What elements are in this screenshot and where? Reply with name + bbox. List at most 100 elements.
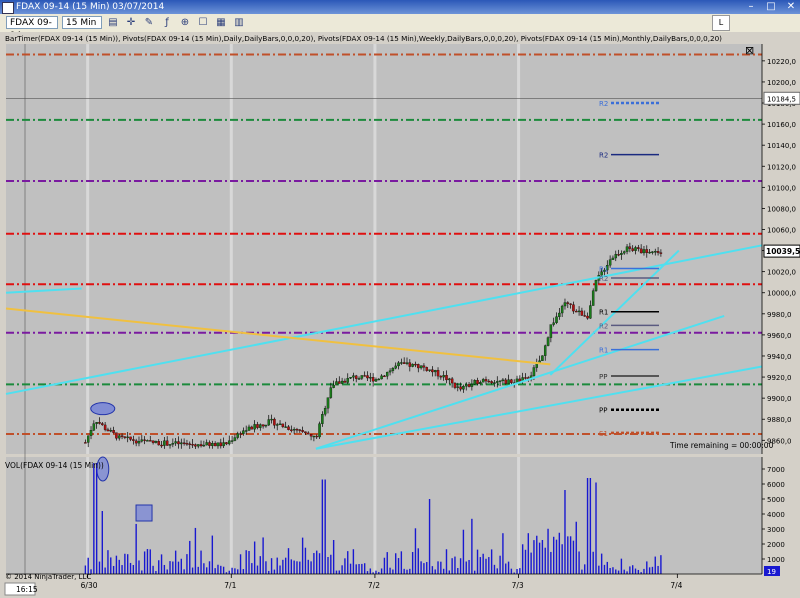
candle-body <box>244 430 248 432</box>
data-box-icon[interactable]: ▥ <box>232 16 246 29</box>
interval-selector[interactable]: 15 Min <box>62 16 102 29</box>
crosshair-price-label: 10184,5 <box>767 95 796 103</box>
pivot-label: R2 <box>599 100 608 108</box>
price-tick-label: 9940,0 <box>767 353 792 361</box>
crosshair-icon[interactable]: ✛ <box>124 16 138 29</box>
instrument-selector[interactable]: FDAX 09-14 <box>6 16 58 41</box>
candle-body <box>383 375 386 378</box>
pivot-label: S1 <box>599 430 608 438</box>
candle-body <box>149 440 152 442</box>
collapse-icon[interactable]: ⊠ <box>745 44 754 57</box>
bar-type-icon[interactable]: ▤ <box>106 16 120 29</box>
candle-body <box>196 444 200 447</box>
candle-body <box>106 429 110 432</box>
candle-body <box>199 444 203 447</box>
pivot-label: PP <box>599 407 607 415</box>
candle-body <box>577 310 581 313</box>
zoom-icon[interactable]: ⊕ <box>178 16 192 29</box>
candle-body <box>157 441 160 446</box>
candle-body <box>177 441 180 445</box>
candle-body <box>343 380 347 383</box>
volume-panel <box>6 457 762 574</box>
candle-body <box>185 443 189 445</box>
candle-body <box>371 377 375 382</box>
candle-body <box>532 367 536 376</box>
candle-body <box>659 252 663 254</box>
candle-body <box>450 378 454 384</box>
volume-tick-label: 2000 <box>767 541 785 549</box>
candle-body <box>620 253 623 255</box>
close-button[interactable]: ✕ <box>784 1 798 12</box>
maximize-button[interactable]: □ <box>764 1 778 12</box>
time-label: 16:15 <box>16 585 38 594</box>
candle-body <box>566 302 570 304</box>
strategy-icon[interactable]: ▦ <box>214 16 228 29</box>
candle-body <box>295 429 299 431</box>
candle-body <box>431 369 434 373</box>
candle-body <box>346 378 349 383</box>
candle-body <box>211 443 214 446</box>
candle-body <box>340 380 344 384</box>
candle-body <box>445 375 448 381</box>
candle-body <box>448 378 451 381</box>
candle-body <box>117 435 121 439</box>
candle-body <box>501 379 505 382</box>
candle-body <box>572 304 575 312</box>
candle-body <box>354 375 358 379</box>
candle-body <box>230 440 234 442</box>
candle-body <box>143 439 146 441</box>
candle-body <box>639 248 643 254</box>
candle-body <box>546 337 550 346</box>
candle-body <box>394 365 397 369</box>
draw-tool-icon[interactable]: ✎ <box>142 16 156 29</box>
price-tick-label: 10020,0 <box>767 269 796 277</box>
candle-body <box>259 424 262 428</box>
candle-body <box>391 368 395 371</box>
candle-body <box>591 290 595 306</box>
candle-body <box>222 442 225 447</box>
candle-body <box>417 364 420 369</box>
candle-body <box>360 375 364 379</box>
candle-body <box>278 423 282 426</box>
candle-body <box>129 436 132 440</box>
candle-body <box>171 443 175 445</box>
link-button[interactable]: L <box>712 15 730 31</box>
candle-body <box>250 426 254 430</box>
candle-body <box>524 377 527 379</box>
candle-body <box>84 442 87 444</box>
price-tick-label: 10120,0 <box>767 163 796 171</box>
app-icon <box>2 2 14 14</box>
candle-body <box>552 322 555 325</box>
candle-body <box>304 431 307 434</box>
indicator-icon[interactable]: ƒ <box>160 16 174 29</box>
properties-icon[interactable]: ☐ <box>196 16 210 29</box>
candle-body <box>504 379 507 384</box>
candle-body <box>123 436 127 438</box>
volume-tick-label: 7000 <box>767 466 785 474</box>
candle-body <box>549 324 553 338</box>
candle-body <box>256 424 259 428</box>
candle-body <box>160 444 163 447</box>
candle-body <box>496 381 499 383</box>
candle-body <box>631 248 634 251</box>
candle-body <box>366 375 369 379</box>
candle-body <box>225 442 228 445</box>
candle-body <box>589 305 592 319</box>
candle-body <box>377 378 381 381</box>
candle-body <box>510 379 513 383</box>
price-tick-label: 10140,0 <box>767 142 796 150</box>
candle-body <box>126 436 129 439</box>
candle-body <box>408 362 412 367</box>
chart-area[interactable]: R2R2R1R2R1R2R1PPPPS1 10220,010200,010180… <box>0 32 800 598</box>
candle-body <box>182 442 186 444</box>
minimize-button[interactable]: – <box>744 1 758 12</box>
candle-body <box>95 422 98 424</box>
volume-title: VOL(FDAX 09-14 (15 Min)) <box>5 461 104 470</box>
candle-body <box>194 444 197 447</box>
price-panel <box>6 44 762 454</box>
candle-body <box>614 254 618 259</box>
candle-body <box>580 310 584 316</box>
time-tick-label: 7/3 <box>512 581 524 590</box>
candle-body <box>575 310 578 313</box>
window-title: FDAX 09-14 (15 Min) 03/07/2014 <box>16 2 165 12</box>
